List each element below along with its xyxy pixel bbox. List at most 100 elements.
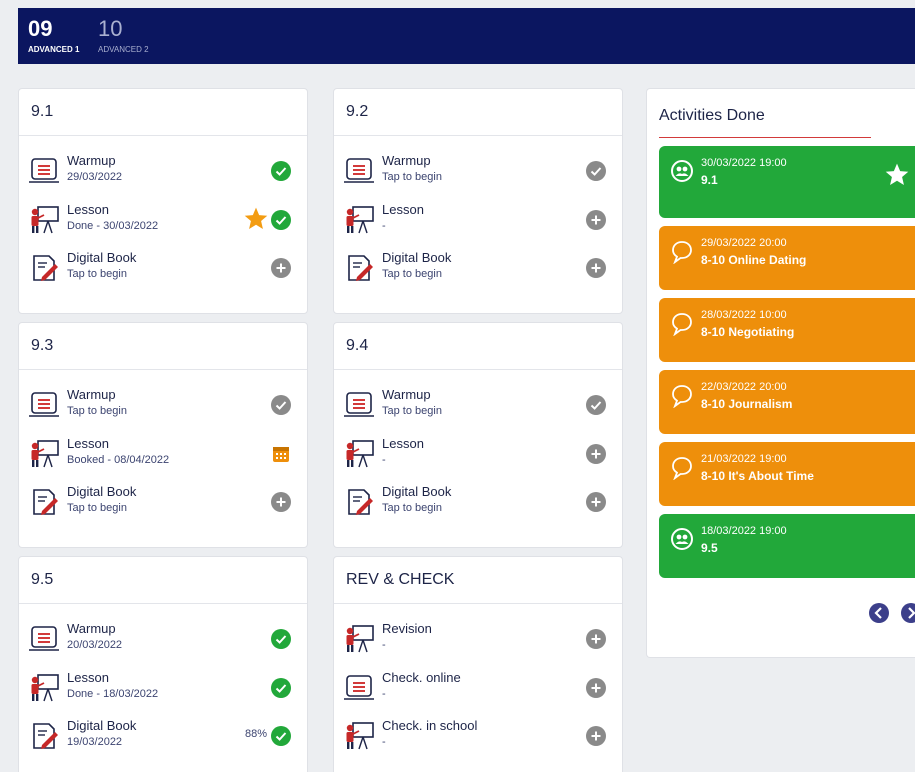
activity-row[interactable]: Lesson - xyxy=(344,202,612,250)
activity-row[interactable]: Lesson Done - 18/03/2022 xyxy=(29,670,297,718)
plus-icon[interactable] xyxy=(586,210,606,230)
plus-icon[interactable] xyxy=(586,444,606,464)
activities-panel: Activities Done 30/03/2022 19:00 9.1 29/… xyxy=(646,88,915,658)
tab-number: 09 xyxy=(28,16,53,41)
activity-date: 29/03/2022 20:00 xyxy=(701,237,787,249)
group-icon xyxy=(671,528,693,552)
row-title: Digital Book xyxy=(382,484,452,499)
activity-row[interactable]: Digital Book Tap to begin xyxy=(344,484,612,532)
chat-bubble-icon xyxy=(671,456,693,481)
activity-date: 28/03/2022 10:00 xyxy=(701,309,787,321)
activity-row[interactable]: Warmup Tap to begin xyxy=(29,387,297,435)
row-title: Lesson xyxy=(67,202,109,217)
prev-page-button[interactable] xyxy=(869,603,889,623)
unit-card-1: 9.2 Warmup Tap to begin Lesson - Digital… xyxy=(333,88,623,314)
top-bar: 09 ADVANCED 1 10 ADVANCED 2 xyxy=(18,8,915,64)
calendar-icon xyxy=(271,444,291,464)
activity-row[interactable]: Warmup Tap to begin xyxy=(344,387,612,435)
activity-name: 9.1 xyxy=(701,173,718,187)
activity-name: 8-10 It's About Time xyxy=(701,469,814,483)
unit-title: 9.4 xyxy=(346,337,369,354)
activity-row[interactable]: Lesson Done - 30/03/2022 xyxy=(29,202,297,250)
activity-item[interactable]: 18/03/2022 19:00 9.5 xyxy=(659,514,915,578)
next-page-button[interactable] xyxy=(901,603,915,623)
row-subtitle: - xyxy=(382,639,386,651)
digital-book-icon xyxy=(344,488,376,516)
row-title: Warmup xyxy=(382,387,431,402)
plus-icon[interactable] xyxy=(586,258,606,278)
row-subtitle: Tap to begin xyxy=(382,405,442,417)
activity-item[interactable]: 22/03/2022 20:00 8-10 Journalism xyxy=(659,370,915,434)
plus-icon[interactable] xyxy=(586,492,606,512)
activity-name: 8-10 Negotiating xyxy=(701,325,795,339)
activity-date: 30/03/2022 19:00 xyxy=(701,157,787,169)
row-subtitle: 20/03/2022 xyxy=(67,639,123,651)
progress-percent: 88% xyxy=(244,728,267,740)
tab-advanced-2[interactable]: 10 ADVANCED 2 xyxy=(98,14,149,56)
tab-number: 10 xyxy=(98,16,123,41)
lesson-icon xyxy=(29,674,61,702)
row-title: Warmup xyxy=(67,387,116,402)
row-subtitle: - xyxy=(382,736,386,748)
activity-name: 8-10 Journalism xyxy=(701,397,793,411)
row-subtitle: Booked - 08/04/2022 xyxy=(67,454,170,466)
activities-title: Activities Done xyxy=(659,107,765,124)
activity-row[interactable]: Revision - xyxy=(344,621,612,669)
unit-title: 9.5 xyxy=(31,571,54,588)
unit-title: 9.1 xyxy=(31,103,54,120)
lesson-icon xyxy=(344,625,376,653)
row-title: Warmup xyxy=(67,621,116,636)
lesson-icon xyxy=(29,206,61,234)
plus-icon[interactable] xyxy=(586,678,606,698)
row-subtitle: 29/03/2022 xyxy=(67,171,123,183)
row-subtitle: - xyxy=(382,454,386,466)
activity-row[interactable]: Digital Book 19/03/2022 88% xyxy=(29,718,297,766)
warmup-icon xyxy=(344,157,376,185)
row-subtitle: - xyxy=(382,220,386,232)
warmup-icon xyxy=(29,157,61,185)
divider xyxy=(19,135,307,136)
plus-icon[interactable] xyxy=(271,492,291,512)
chat-bubble-icon xyxy=(671,312,693,337)
row-title: Warmup xyxy=(382,153,431,168)
plus-icon[interactable] xyxy=(271,258,291,278)
check-pending-icon xyxy=(586,395,606,415)
plus-icon[interactable] xyxy=(586,629,606,649)
chat-bubble-icon xyxy=(671,384,693,409)
activity-item[interactable]: 30/03/2022 19:00 9.1 xyxy=(659,146,915,218)
unit-title: 9.2 xyxy=(346,103,369,120)
row-title: Check. online xyxy=(382,670,461,685)
tab-advanced-1[interactable]: 09 ADVANCED 1 xyxy=(28,14,79,56)
activity-row[interactable]: Warmup Tap to begin xyxy=(344,153,612,201)
row-title: Digital Book xyxy=(67,250,137,265)
activity-date: 18/03/2022 19:00 xyxy=(701,525,787,537)
check-done-icon xyxy=(271,629,291,649)
row-title: Warmup xyxy=(67,153,116,168)
row-subtitle: - xyxy=(382,688,386,700)
check-pending-icon xyxy=(586,161,606,181)
row-title: Digital Book xyxy=(67,718,137,733)
plus-icon[interactable] xyxy=(586,726,606,746)
check-pending-icon xyxy=(271,395,291,415)
warmup-icon xyxy=(344,674,376,702)
activity-item[interactable]: 21/03/2022 19:00 8-10 It's About Time xyxy=(659,442,915,506)
chat-bubble-icon xyxy=(671,240,693,265)
activity-row[interactable]: Warmup 29/03/2022 xyxy=(29,153,297,201)
unit-card-3: 9.4 Warmup Tap to begin Lesson - Digital… xyxy=(333,322,623,548)
row-title: Revision xyxy=(382,621,432,636)
activity-row[interactable]: Lesson - xyxy=(344,436,612,484)
activity-item[interactable]: 29/03/2022 20:00 8-10 Online Dating xyxy=(659,226,915,290)
activity-item[interactable]: 28/03/2022 10:00 8-10 Negotiating xyxy=(659,298,915,362)
warmup-icon xyxy=(29,391,61,419)
chevron-right-icon xyxy=(908,607,915,619)
divider xyxy=(334,603,622,604)
activity-row[interactable]: Digital Book Tap to begin xyxy=(29,484,297,532)
activity-row[interactable]: Warmup 20/03/2022 xyxy=(29,621,297,669)
activity-row[interactable]: Digital Book Tap to begin xyxy=(344,250,612,298)
activity-row[interactable]: Check. in school - xyxy=(344,718,612,766)
activity-name: 8-10 Online Dating xyxy=(701,253,807,267)
activity-row[interactable]: Digital Book Tap to begin xyxy=(29,250,297,298)
unit-card-0: 9.1 Warmup 29/03/2022 Lesson Done - 30/0… xyxy=(18,88,308,314)
activity-row[interactable]: Check. online - xyxy=(344,670,612,718)
activity-row[interactable]: Lesson Booked - 08/04/2022 xyxy=(29,436,297,484)
